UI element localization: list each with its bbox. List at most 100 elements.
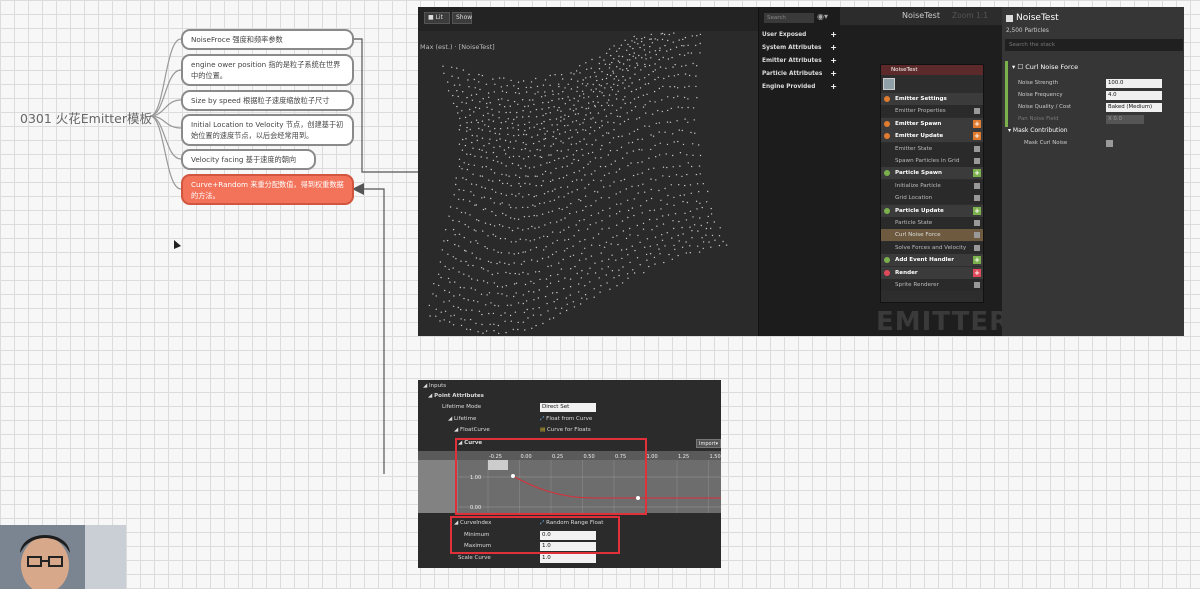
attr-emitter[interactable]: Emitter Attributes + (762, 55, 840, 67)
system-overview-panel[interactable]: NoiseTest Zoom 1:1 EMITTER NoiseTest Emi… (840, 7, 1002, 336)
particle (685, 64, 687, 67)
eye-icon[interactable]: ◉▾ (817, 12, 828, 21)
stack-row[interactable]: Particle State (881, 217, 983, 229)
mindmap-node-velocity-facing[interactable]: Velocity facing 基于速度的朝向 (181, 149, 316, 170)
stack-row[interactable]: Emitter Update + (881, 130, 983, 143)
particle (685, 219, 688, 221)
module-enable-checkbox[interactable] (974, 282, 980, 288)
add-module-icon[interactable]: + (973, 256, 981, 265)
plus-icon[interactable]: + (830, 68, 837, 80)
mindmap-node-noise-force[interactable]: NoiseFroce 强度和频率参数 (181, 29, 354, 50)
particle (466, 122, 468, 124)
plus-icon[interactable]: + (830, 81, 837, 93)
enable-checkbox[interactable] (1006, 15, 1013, 22)
curl-noise-section[interactable]: ▾ ☐ Curl Noise Force (1012, 61, 1182, 73)
mindmap-node-engine-position[interactable]: engine ower position 指的是粒子系统在世界中的位置。 (181, 54, 354, 86)
module-enable-checkbox[interactable] (974, 220, 980, 226)
noise-frequency-input[interactable]: 4.0 (1106, 91, 1162, 100)
collapse-icon[interactable]: ▾ ☐ (1012, 63, 1025, 71)
stack-row[interactable]: Solve Forces and Velocity (881, 241, 983, 254)
stack-row[interactable]: Add Event Handler + (881, 254, 983, 267)
module-enable-checkbox[interactable] (974, 145, 980, 152)
particle (446, 239, 449, 242)
mindmap-node-size-by-speed[interactable]: Size by speed 根据粒子速度缩放粒子尺寸 (181, 90, 354, 111)
scale-curve-input[interactable]: 1.0 (540, 554, 596, 563)
module-enable-checkbox[interactable] (974, 158, 980, 164)
module-enable-checkbox[interactable] (974, 182, 980, 189)
float-curve-label[interactable]: ◢ FloatCurve (454, 425, 490, 436)
particle (469, 108, 471, 111)
mask-section[interactable]: ▾ Mask Contribution (1008, 127, 1068, 134)
particle (582, 79, 584, 81)
stack-search-input[interactable]: Search the stack (1005, 39, 1183, 51)
particle (467, 299, 469, 301)
noise-strength-input[interactable]: 100.0 (1106, 79, 1162, 88)
mask-checkbox[interactable] (1106, 140, 1113, 147)
particle (458, 165, 461, 168)
module-enable-checkbox[interactable] (974, 108, 980, 115)
particle (667, 194, 669, 197)
attr-engine[interactable]: Engine Provided + (762, 81, 840, 93)
particle (492, 180, 494, 182)
attr-particle[interactable]: Particle Attributes + (762, 68, 840, 80)
lifetime-mode-select[interactable]: Direct Set (540, 403, 596, 412)
stack-row[interactable]: Grid Location (881, 192, 983, 205)
import-button[interactable]: Import▾ (696, 439, 721, 448)
add-module-icon[interactable]: + (973, 119, 981, 128)
particle (632, 47, 634, 50)
particle (613, 78, 615, 80)
particle (631, 141, 634, 144)
stack-row[interactable]: Curl Noise Force (881, 229, 983, 242)
particle (537, 297, 540, 299)
plus-icon[interactable]: + (830, 55, 837, 67)
particle (591, 151, 594, 154)
particle (659, 47, 661, 49)
particle (443, 301, 445, 303)
stack-row[interactable]: Emitter State (881, 142, 983, 155)
stack-row[interactable]: Spawn Particles in Grid (881, 155, 983, 167)
stack-row[interactable]: Emitter Spawn + (881, 117, 983, 130)
module-enable-checkbox[interactable] (974, 232, 980, 239)
niagara-viewport[interactable]: ■ Lit Show Max (est.) · [NoiseTest] (418, 7, 758, 336)
particle (524, 123, 526, 126)
stack-row[interactable]: Particle Spawn + (881, 167, 983, 180)
particle (600, 157, 602, 159)
particle (508, 227, 510, 229)
mindmap-node-curve-random[interactable]: Curve+Random 来重分配数值，得到权重数据的方法。 (181, 174, 354, 205)
module-enable-checkbox[interactable] (974, 244, 980, 251)
particle (699, 154, 702, 157)
add-module-icon[interactable]: + (973, 268, 981, 277)
plus-icon[interactable]: + (830, 29, 837, 41)
point-attributes-header[interactable]: ◢ Point Attributes (428, 391, 484, 402)
particle (590, 244, 593, 246)
mindmap-root[interactable]: 0301 火花Emitter模板 (20, 108, 152, 127)
particle (650, 57, 652, 59)
stack-row[interactable]: Particle Update + (881, 204, 983, 217)
plus-icon[interactable]: + (830, 42, 837, 54)
attributes-search-input[interactable]: Search (764, 13, 814, 23)
emitter-node-title[interactable]: NoiseTest (881, 65, 983, 75)
add-module-icon[interactable]: + (973, 132, 981, 141)
particle (608, 227, 610, 229)
mindmap-node-initial-location[interactable]: Initial Location to Velocity 节点，创建基于初始位置… (181, 114, 354, 146)
particle (576, 86, 579, 88)
particle (547, 256, 550, 258)
stack-row[interactable]: Emitter Settings (881, 93, 983, 105)
attr-system[interactable]: System Attributes + (762, 42, 840, 54)
emitter-node[interactable]: NoiseTest Emitter Settings Emitter Proper… (880, 64, 984, 303)
pan-noise-x-input[interactable]: X 0.0 (1106, 115, 1144, 124)
particle (632, 269, 634, 271)
module-enable-checkbox[interactable] (974, 195, 980, 202)
noise-quality-select[interactable]: Baked (Medium) (1106, 103, 1162, 112)
stack-row[interactable]: Render + (881, 266, 983, 279)
stack-row[interactable]: Initialize Particle (881, 179, 983, 192)
lifetime-label[interactable]: ◢ Lifetime (448, 414, 476, 425)
add-module-icon[interactable]: + (973, 169, 981, 178)
stack-row[interactable]: Emitter Properties (881, 105, 983, 118)
particle (500, 86, 503, 88)
particle (600, 148, 602, 150)
particle (483, 196, 486, 198)
stack-row[interactable]: Sprite Renderer (881, 279, 983, 291)
add-module-icon[interactable]: + (973, 206, 981, 215)
attr-user-exposed[interactable]: User Exposed + (762, 29, 840, 41)
